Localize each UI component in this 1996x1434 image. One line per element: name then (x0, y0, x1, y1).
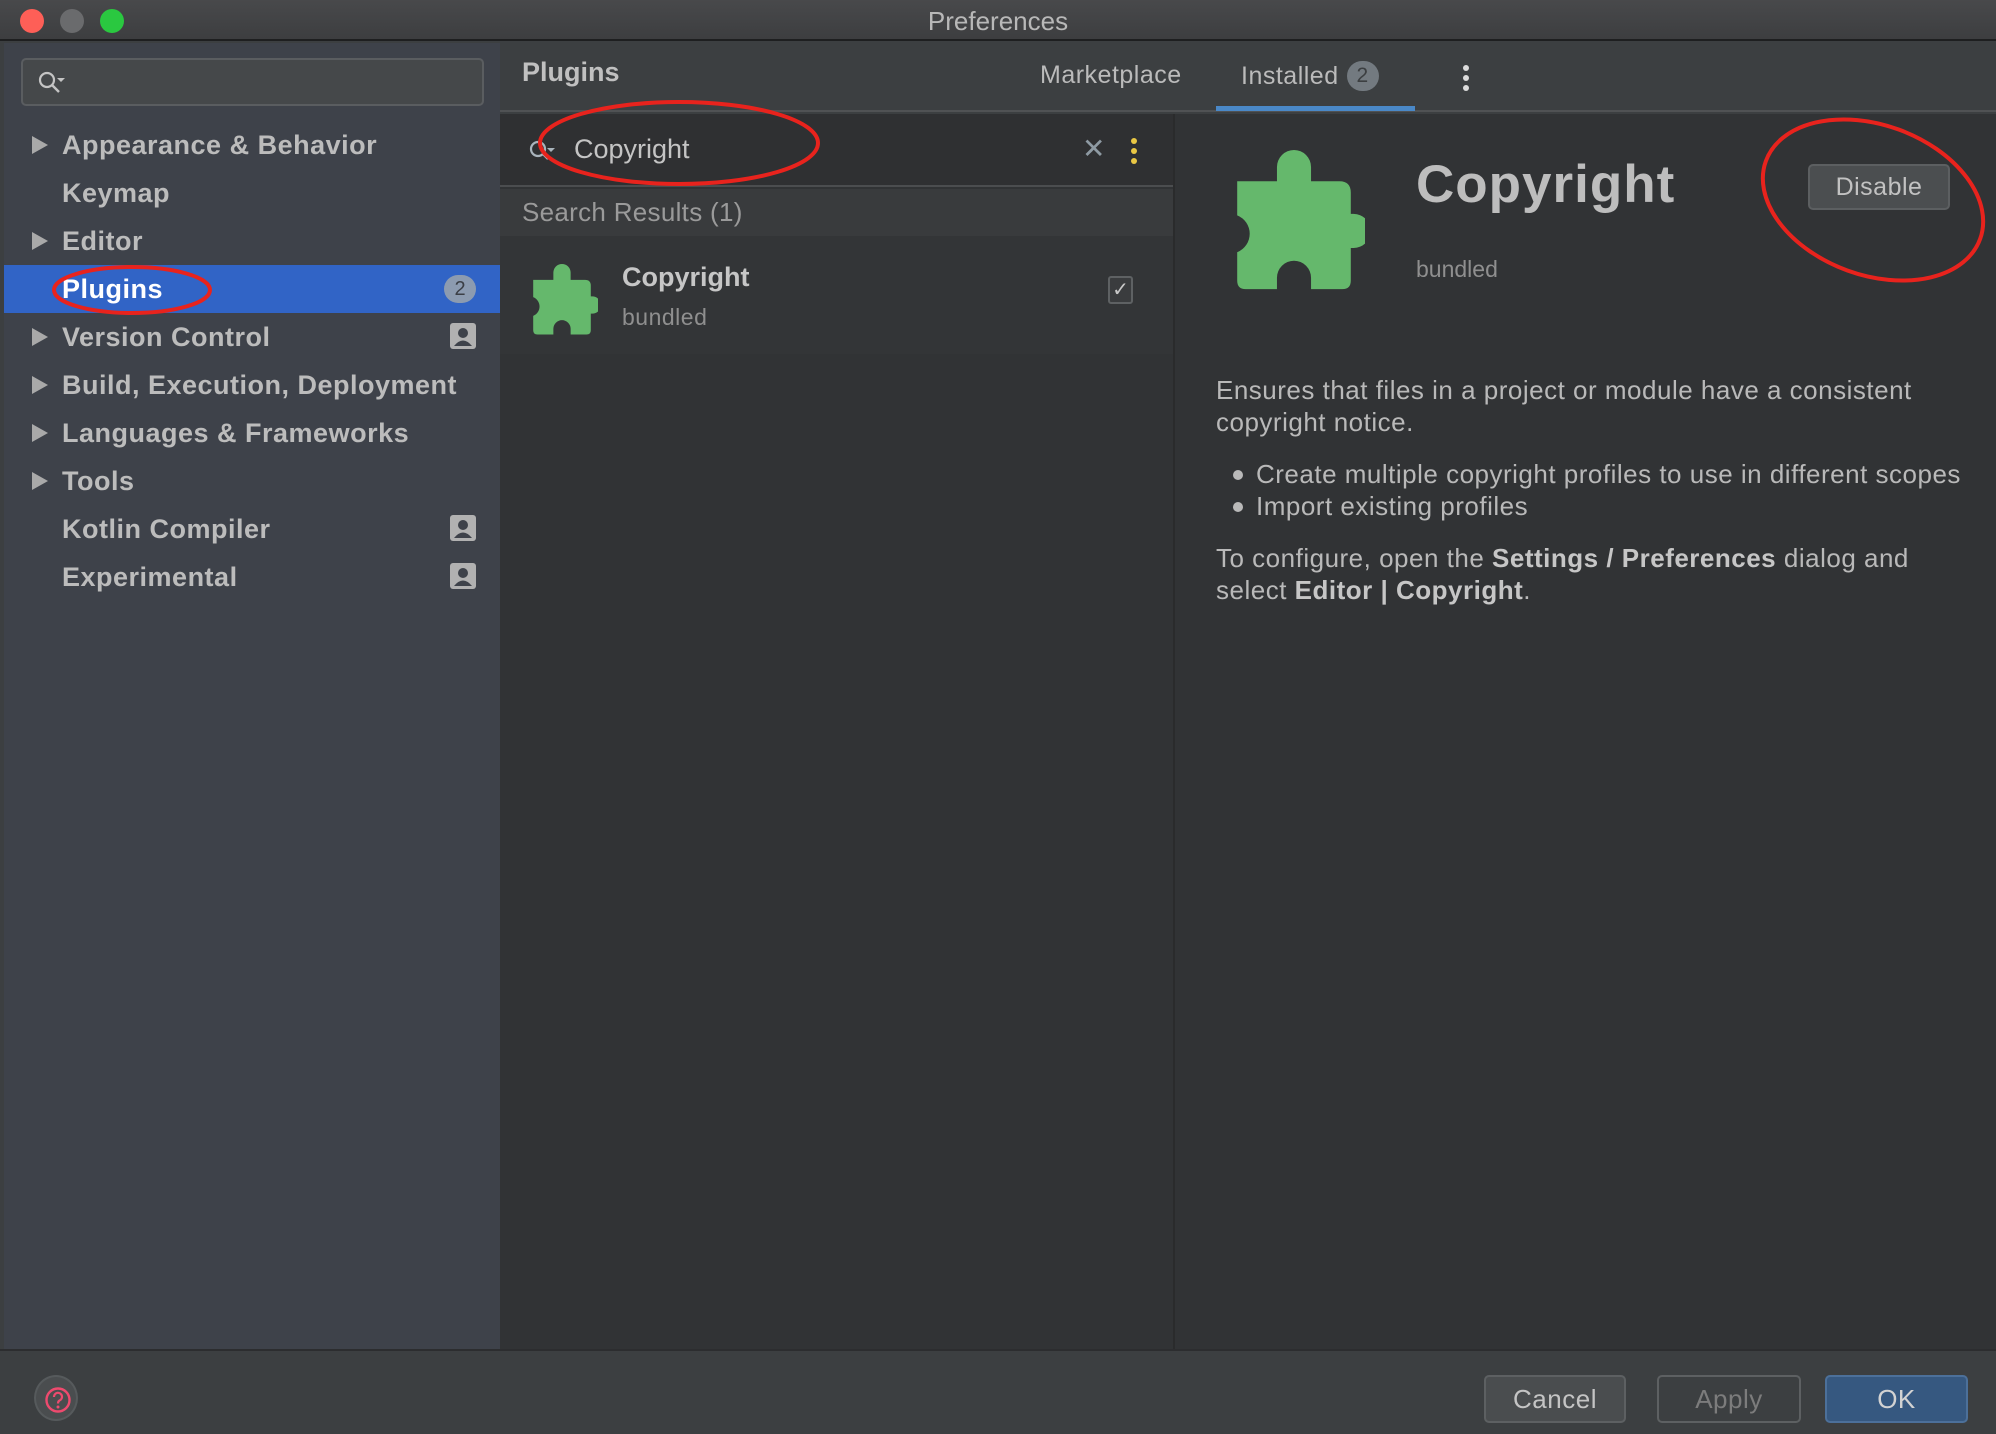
close-icon: ✕ (1082, 133, 1106, 164)
help-button[interactable] (34, 1375, 78, 1421)
feature-list: Create multiple copyright profiles to us… (1216, 458, 1976, 522)
sidebar-item-languages-frameworks[interactable]: Languages & Frameworks (4, 409, 500, 457)
dialog-footer: Cancel Apply OK (0, 1349, 1996, 1434)
tab-label: Installed (1241, 62, 1339, 90)
configure-prefix: To configure, open the (1216, 543, 1493, 573)
plugin-description: Ensures that files in a project or modul… (1216, 374, 1976, 606)
sidebar-item-editor[interactable]: Editor (4, 217, 500, 265)
sidebar-item-label: Tools (62, 465, 135, 496)
sidebar-item-label: Plugins (62, 273, 164, 304)
sidebar-item-build-execution-deployment[interactable]: Build, Execution, Deployment (4, 361, 500, 409)
settings-tree: Appearance & Behavior Keymap Editor Plugins… (4, 121, 500, 601)
search-results-header: Search Results (1) (500, 189, 1173, 236)
checkmark-icon: ✓ (1112, 279, 1129, 301)
sidebar-item-appearance-behavior[interactable]: Appearance & Behavior (4, 121, 500, 169)
configure-text: To configure, open the Settings / Prefer… (1216, 542, 1976, 606)
configure-suffix: . (1523, 575, 1531, 605)
sidebar-item-label: Version Control (62, 321, 271, 352)
feature-item: Import existing profiles (1216, 490, 1976, 522)
search-icon (529, 140, 555, 160)
sidebar-item-label: Experimental (62, 561, 238, 592)
plugin-detail-panel: Copyright bundled Disable Ensures that f… (1175, 114, 1996, 1349)
vertical-ellipsis-icon (1131, 138, 1139, 164)
sidebar-item-experimental[interactable]: Experimental (4, 553, 500, 601)
search-options-button[interactable] (1131, 138, 1139, 168)
page-title: Plugins (522, 57, 620, 87)
editor-copyright-path: Editor | Copyright (1294, 575, 1524, 605)
installed-count-badge: 2 (1346, 61, 1379, 91)
settings-sidebar: Appearance & Behavior Keymap Editor Plugins… (4, 43, 500, 1349)
preferences-window: Preferences Appearance & Behavior Keymap E… (0, 0, 1996, 1434)
sidebar-item-label: Appearance & Behavior (62, 129, 378, 160)
cancel-button[interactable]: Cancel (1484, 1375, 1626, 1423)
active-tab-indicator (1216, 106, 1415, 111)
tab-marketplace[interactable]: Marketplace (1040, 61, 1182, 90)
expand-arrow-icon[interactable] (32, 328, 48, 346)
puzzle-piece-icon (1237, 150, 1365, 290)
expand-arrow-icon[interactable] (32, 232, 48, 250)
expand-arrow-icon[interactable] (32, 376, 48, 394)
plugin-search-value[interactable]: Copyright (574, 134, 690, 165)
sidebar-item-label: Kotlin Compiler (62, 513, 271, 544)
settings-path: Settings / Preferences (1492, 543, 1777, 573)
ok-button[interactable]: OK (1825, 1375, 1968, 1423)
plugin-enabled-checkbox[interactable]: ✓ (1108, 276, 1133, 304)
project-level-icon (450, 323, 476, 349)
search-results-count: Search Results (1) (522, 197, 743, 227)
sidebar-item-keymap[interactable]: Keymap (4, 169, 500, 217)
help-icon (45, 1387, 71, 1413)
expand-arrow-icon[interactable] (32, 424, 48, 442)
sidebar-item-tools[interactable]: Tools (4, 457, 500, 505)
sidebar-item-kotlin-compiler[interactable]: Kotlin Compiler (4, 505, 500, 553)
puzzle-piece-icon (533, 264, 598, 335)
sidebar-item-label: Languages & Frameworks (62, 417, 410, 448)
clear-search-button[interactable]: ✕ (1082, 132, 1105, 165)
plugin-search-field[interactable]: Copyright ✕ (500, 114, 1173, 187)
disable-button[interactable]: Disable (1808, 164, 1950, 210)
sidebar-item-version-control[interactable]: Version Control (4, 313, 500, 361)
sidebar-item-label: Editor (62, 225, 143, 256)
apply-button[interactable]: Apply (1657, 1375, 1801, 1423)
project-level-icon (450, 563, 476, 589)
plugin-detail-source: bundled (1416, 256, 1498, 282)
title-bar: Preferences (0, 0, 1996, 41)
vertical-ellipsis-icon (1463, 65, 1471, 91)
sidebar-item-label: Keymap (62, 177, 171, 208)
expand-arrow-icon[interactable] (32, 136, 48, 154)
sidebar-item-label: Build, Execution, Deployment (62, 369, 458, 400)
expand-arrow-icon[interactable] (32, 472, 48, 490)
settings-search-input[interactable] (21, 58, 484, 106)
plugins-header: Plugins Marketplace Installed 2 (500, 43, 1996, 112)
tab-installed[interactable]: Installed 2 (1241, 61, 1379, 91)
project-level-icon (450, 515, 476, 541)
more-options-button[interactable] (1463, 65, 1471, 93)
plugin-name: Copyright (622, 262, 750, 292)
plugin-list-item[interactable]: Copyright bundled ✓ (500, 236, 1173, 354)
sidebar-item-plugins[interactable]: Plugins 2 (4, 265, 500, 313)
tab-label: Marketplace (1040, 61, 1182, 89)
plugin-source: bundled (622, 304, 708, 330)
window-title: Preferences (927, 6, 1069, 36)
count-badge: 2 (444, 275, 476, 303)
search-icon (38, 71, 65, 93)
plugin-list-panel: Copyright ✕ Search Results (1) Copyright… (500, 114, 1175, 1349)
plugin-detail-name: Copyright (1416, 155, 1676, 214)
feature-item: Create multiple copyright profiles to us… (1216, 458, 1976, 490)
description-text: Ensures that files in a project or modul… (1216, 375, 1912, 437)
